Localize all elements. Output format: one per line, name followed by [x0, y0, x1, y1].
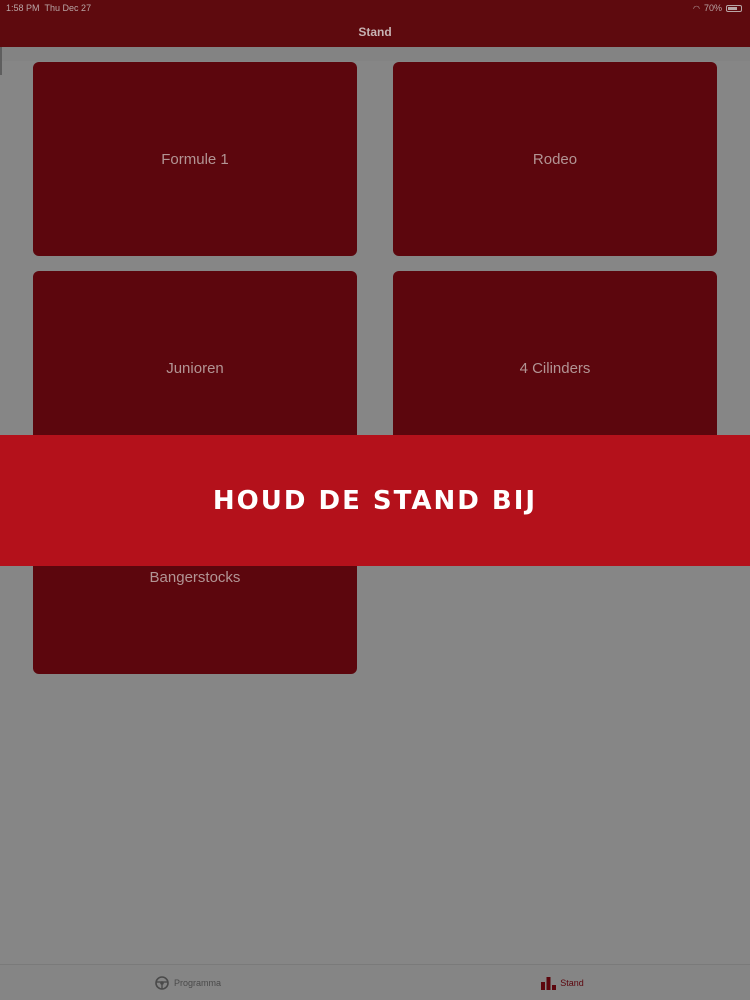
banner-text: HOUD DE STAND BIJ	[212, 485, 538, 516]
navigation-bar: Stand	[0, 16, 750, 47]
battery-percent: 70%	[703, 3, 722, 13]
status-time: 1:58 PM	[6, 3, 40, 13]
tab-bar: Programma Stand	[0, 964, 750, 1000]
status-right: ◠ 70%	[693, 3, 742, 13]
tile-label: Bangerstocks	[149, 568, 241, 586]
wifi-icon: ◠	[693, 3, 700, 13]
podium-icon	[541, 976, 557, 990]
steering-wheel-icon	[154, 976, 170, 990]
status-date: Thu Dec 27	[44, 3, 92, 13]
nav-divider	[0, 47, 750, 75]
page-title: Stand	[358, 24, 392, 39]
promo-banner: HOUD DE STAND BIJ	[0, 435, 750, 566]
tile-label: Formule 1	[161, 150, 229, 168]
tile-formule-1[interactable]: Formule 1	[33, 62, 357, 256]
tile-label: Junioren	[166, 359, 224, 377]
tab-programma[interactable]: Programma	[0, 965, 375, 1000]
status-bar: 1:58 PM Thu Dec 27 ◠ 70%	[0, 0, 750, 16]
status-time-date: 1:58 PM Thu Dec 27	[6, 3, 91, 13]
battery-icon	[726, 4, 742, 12]
tab-label: Programma	[173, 978, 221, 988]
nav-edge-mark	[0, 47, 2, 75]
tile-label: 4 Cilinders	[519, 359, 591, 377]
tab-label: Stand	[560, 978, 584, 988]
tile-rodeo[interactable]: Rodeo	[393, 62, 717, 256]
tab-stand[interactable]: Stand	[375, 965, 750, 1000]
tile-label: Rodeo	[532, 150, 578, 168]
